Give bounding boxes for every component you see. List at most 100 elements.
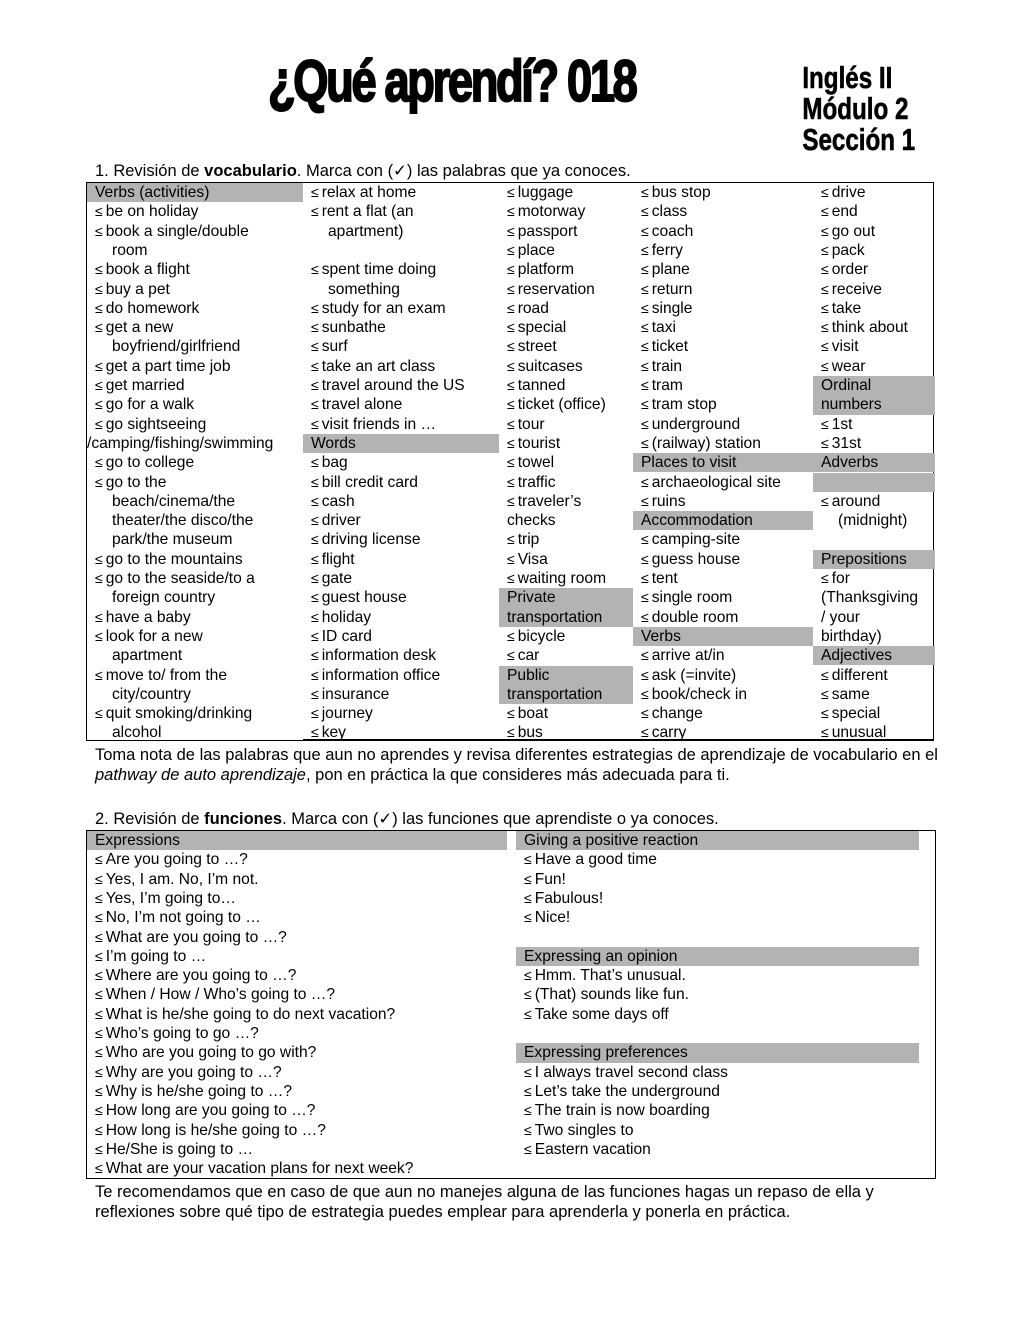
- checkbox-icon[interactable]: ≤: [641, 416, 649, 432]
- vocab-checkbox-item[interactable]: ≤ wear: [813, 357, 935, 376]
- checkbox-icon[interactable]: ≤: [821, 416, 829, 432]
- checkbox-icon[interactable]: ≤: [95, 1083, 103, 1099]
- vocab-checkbox-item[interactable]: ≤ go to the seaside/to a: [87, 569, 303, 588]
- vocab-checkbox-item[interactable]: ≤ travel around the US: [303, 376, 499, 395]
- checkbox-icon[interactable]: ≤: [95, 261, 103, 277]
- checkbox-icon[interactable]: ≤: [507, 570, 515, 586]
- checkbox-icon[interactable]: ≤: [311, 396, 319, 412]
- vocab-checkbox-item[interactable]: ≤ ticket (office): [499, 395, 633, 414]
- checkbox-icon[interactable]: ≤: [95, 667, 103, 683]
- vocab-checkbox-item[interactable]: ≤ ferry: [633, 241, 813, 260]
- function-checkbox-item[interactable]: ≤ Eastern vacation: [516, 1140, 919, 1159]
- vocab-checkbox-item[interactable]: ≤ platform: [499, 260, 633, 279]
- checkbox-icon[interactable]: ≤: [507, 319, 515, 335]
- vocab-checkbox-item[interactable]: ≤ same: [813, 685, 935, 704]
- checkbox-icon[interactable]: ≤: [507, 358, 515, 374]
- checkbox-icon[interactable]: ≤: [311, 609, 319, 625]
- checkbox-icon[interactable]: ≤: [311, 705, 319, 721]
- vocab-checkbox-item[interactable]: ≤ tourist: [499, 434, 633, 453]
- function-checkbox-item[interactable]: ≤ Have a good time: [516, 850, 919, 869]
- vocab-checkbox-item[interactable]: ≤ do homework: [87, 299, 303, 318]
- checkbox-icon[interactable]: ≤: [641, 261, 649, 277]
- vocab-checkbox-item[interactable]: ≤1st: [813, 415, 935, 434]
- vocab-checkbox-item[interactable]: ≤ underground: [633, 415, 813, 434]
- vocab-checkbox-item[interactable]: ≤ bus stop: [633, 183, 813, 202]
- vocab-checkbox-item[interactable]: ≤ tent: [633, 569, 813, 588]
- function-checkbox-item[interactable]: ≤ How long is he/she going to …?: [87, 1121, 507, 1140]
- checkbox-icon[interactable]: ≤: [641, 474, 649, 490]
- checkbox-icon[interactable]: ≤: [311, 570, 319, 586]
- vocab-checkbox-item[interactable]: ≤ spent time doing: [303, 260, 499, 279]
- checkbox-icon[interactable]: ≤: [95, 948, 103, 964]
- function-checkbox-item[interactable]: ≤ What is he/she going to do next vacatio…: [87, 1005, 507, 1024]
- checkbox-icon[interactable]: ≤: [507, 223, 515, 239]
- checkbox-icon[interactable]: ≤: [821, 300, 829, 316]
- checkbox-icon[interactable]: ≤: [524, 909, 532, 925]
- checkbox-icon[interactable]: ≤: [95, 986, 103, 1002]
- checkbox-icon[interactable]: ≤: [641, 435, 649, 451]
- checkbox-icon[interactable]: ≤: [507, 628, 515, 644]
- checkbox-icon[interactable]: ≤: [507, 493, 515, 509]
- checkbox-icon[interactable]: ≤: [95, 967, 103, 983]
- vocab-checkbox-item[interactable]: ≤ go to the: [87, 473, 303, 492]
- vocab-checkbox-item[interactable]: ≤ pack: [813, 241, 935, 260]
- vocab-checkbox-item[interactable]: ≤ go sightseeing: [87, 415, 303, 434]
- checkbox-icon[interactable]: ≤: [95, 1122, 103, 1138]
- function-checkbox-item[interactable]: ≤ Hmm. That’s unusual.: [516, 966, 919, 985]
- checkbox-icon[interactable]: ≤: [641, 184, 649, 200]
- vocab-checkbox-item[interactable]: ≤ journey: [303, 704, 499, 723]
- vocab-checkbox-item[interactable]: ≤ single: [633, 299, 813, 318]
- checkbox-icon[interactable]: ≤: [95, 454, 103, 470]
- checkbox-icon[interactable]: ≤: [524, 1102, 532, 1118]
- checkbox-icon[interactable]: ≤: [821, 261, 829, 277]
- checkbox-icon[interactable]: ≤: [507, 338, 515, 354]
- checkbox-icon[interactable]: ≤: [524, 1122, 532, 1138]
- checkbox-icon[interactable]: ≤: [311, 261, 319, 277]
- checkbox-icon[interactable]: ≤: [311, 551, 319, 567]
- checkbox-icon[interactable]: ≤: [95, 203, 103, 219]
- vocab-checkbox-item[interactable]: ≤ driving license: [303, 530, 499, 549]
- checkbox-icon[interactable]: ≤: [821, 184, 829, 200]
- checkbox-icon[interactable]: ≤: [641, 705, 649, 721]
- checkbox-icon[interactable]: ≤: [821, 705, 829, 721]
- vocab-checkbox-item[interactable]: ≤ take an art class: [303, 357, 499, 376]
- vocab-checkbox-item[interactable]: ≤ tanned: [499, 376, 633, 395]
- vocab-checkbox-item[interactable]: ≤ holiday: [303, 608, 499, 627]
- checkbox-icon[interactable]: ≤: [95, 929, 103, 945]
- checkbox-icon[interactable]: ≤: [641, 667, 649, 683]
- checkbox-icon[interactable]: ≤: [524, 1006, 532, 1022]
- vocab-checkbox-item[interactable]: ≤ tour: [499, 415, 633, 434]
- vocab-checkbox-item[interactable]: ≤ double room: [633, 608, 813, 627]
- vocab-checkbox-item[interactable]: ≤ think about: [813, 318, 935, 337]
- checkbox-icon[interactable]: ≤: [311, 358, 319, 374]
- checkbox-icon[interactable]: ≤: [507, 435, 515, 451]
- checkbox-icon[interactable]: ≤: [641, 647, 649, 663]
- checkbox-icon[interactable]: ≤: [524, 851, 532, 867]
- vocab-checkbox-item[interactable]: ≤ different: [813, 666, 935, 685]
- checkbox-icon[interactable]: ≤: [524, 890, 532, 906]
- function-checkbox-item[interactable]: ≤ Who’s going to go …?: [87, 1024, 507, 1043]
- vocab-checkbox-item[interactable]: ≤ go to college: [87, 453, 303, 472]
- vocab-checkbox-item[interactable]: ≤ rent a flat (an: [303, 202, 499, 221]
- vocab-checkbox-item[interactable]: ≤ flight: [303, 550, 499, 569]
- checkbox-icon[interactable]: ≤: [641, 551, 649, 567]
- checkbox-icon[interactable]: ≤: [507, 184, 515, 200]
- checkbox-icon[interactable]: ≤: [311, 686, 319, 702]
- function-checkbox-item[interactable]: ≤ What are your vacation plans for next w…: [87, 1159, 507, 1178]
- checkbox-icon[interactable]: ≤: [311, 203, 319, 219]
- checkbox-icon[interactable]: ≤: [641, 589, 649, 605]
- function-checkbox-item[interactable]: ≤ Why are you going to …?: [87, 1063, 507, 1082]
- vocab-checkbox-item[interactable]: ≤ plane: [633, 260, 813, 279]
- function-checkbox-item[interactable]: ≤ Who are you going to go with?: [87, 1043, 507, 1062]
- checkbox-icon[interactable]: ≤: [311, 667, 319, 683]
- vocab-checkbox-item[interactable]: ≤ arrive at/in: [633, 646, 813, 665]
- checkbox-icon[interactable]: ≤: [821, 686, 829, 702]
- checkbox-icon[interactable]: ≤: [821, 493, 829, 509]
- vocab-checkbox-item[interactable]: ≤ visit: [813, 337, 935, 356]
- checkbox-icon[interactable]: ≤: [311, 531, 319, 547]
- checkbox-icon[interactable]: ≤: [95, 871, 103, 887]
- function-checkbox-item[interactable]: ≤ Yes, I’m going to…: [87, 889, 507, 908]
- vocab-checkbox-item[interactable]: ≤ sunbathe: [303, 318, 499, 337]
- vocab-checkbox-item[interactable]: ≤ bicycle: [499, 627, 633, 646]
- checkbox-icon[interactable]: ≤: [95, 628, 103, 644]
